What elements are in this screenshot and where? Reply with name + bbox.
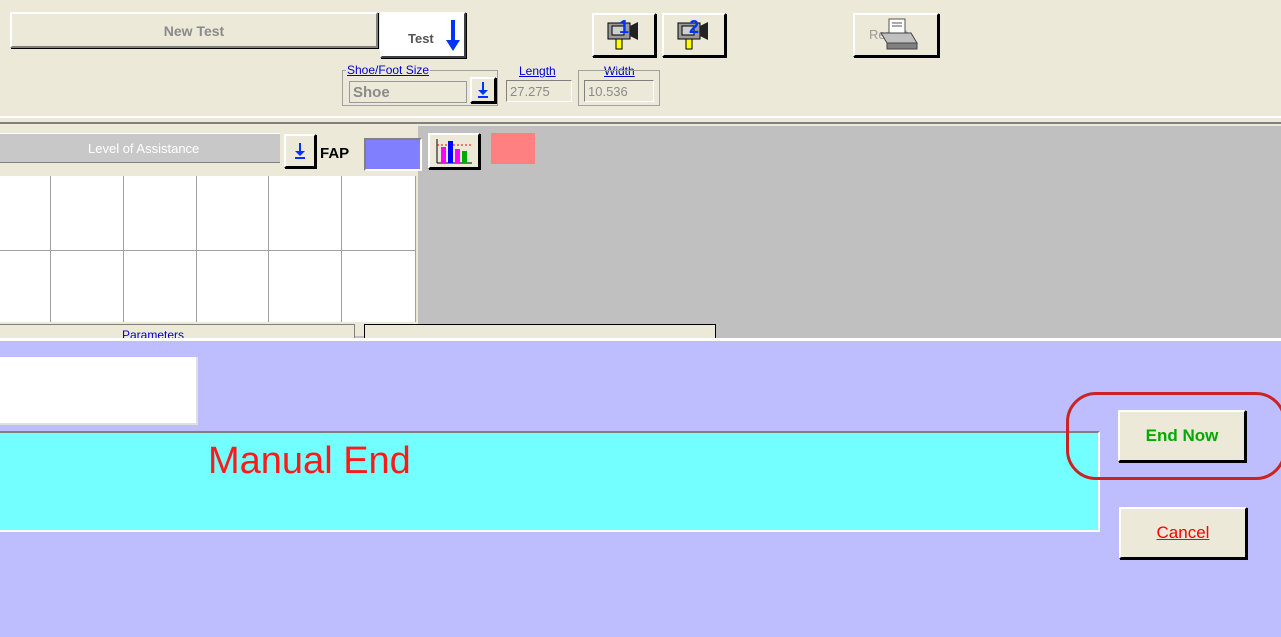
fap-color-box [364,138,422,171]
shoe-select-value: Shoe [353,84,390,101]
data-grid [0,176,416,322]
grid-cell [269,251,342,322]
camera-2-button[interactable]: 2 [662,13,726,57]
grid-cell [197,176,269,251]
camera-2-icon: 2 [677,17,708,50]
toolbar-divider [0,116,1281,124]
new-test-button[interactable]: New Test [10,12,378,48]
length-label: Length [518,64,557,78]
status-color-box [491,133,535,164]
length-field[interactable]: 27.275 [506,80,572,102]
grid-cell [197,251,269,322]
parameters-button[interactable] [364,324,716,338]
test-button[interactable]: Test [380,12,466,58]
assistance-label: Level of Assistance [88,141,200,156]
chart-button[interactable] [428,133,480,169]
camera-1-button[interactable]: 1 [592,13,656,57]
grid-cell [342,251,416,322]
cancel-label: Cancel [1156,523,1210,542]
highlight-ring [1066,392,1281,480]
arrow-down-icon [478,82,488,98]
grid-cell [124,176,197,251]
width-field[interactable]: 10.536 [584,80,654,102]
width-value: 10.536 [588,84,628,99]
fap-label: FAP [320,145,350,162]
bar-chart-icon [436,139,472,164]
new-test-label: New Test [163,23,225,39]
shoe-dropdown-button[interactable] [470,77,496,103]
arrow-down-icon [446,20,460,51]
printer-icon [880,18,918,50]
grid-cell [51,251,124,322]
grid-cell [124,251,197,322]
camera-1-icon: 1 [607,17,638,50]
length-value: 27.275 [510,84,550,99]
status-banner: Manual End [0,431,1100,532]
dialog-input-box[interactable] [0,357,198,425]
svg-text:1: 1 [619,17,629,37]
arrow-down-icon [295,143,305,159]
cancel-button[interactable]: Cancel [1119,507,1247,559]
shoe-select[interactable]: Shoe [349,81,467,103]
grid-cell [342,176,416,251]
svg-text:2: 2 [689,17,699,37]
report-button[interactable]: Report [853,13,939,57]
shoe-group-label: Shoe/Foot Size [346,63,431,77]
parameters-label: Parameters [122,328,185,338]
test-label: Test [408,31,434,46]
grid-cell [0,251,51,322]
grid-cell [269,176,342,251]
assistance-dropdown-button[interactable] [284,134,316,168]
assistance-field[interactable]: Level of Assistance [0,133,280,163]
grid-cell [51,176,124,251]
parameters-frame: Parameters [0,324,355,338]
grid-cell [0,176,51,251]
status-text: Manual End [208,440,411,482]
